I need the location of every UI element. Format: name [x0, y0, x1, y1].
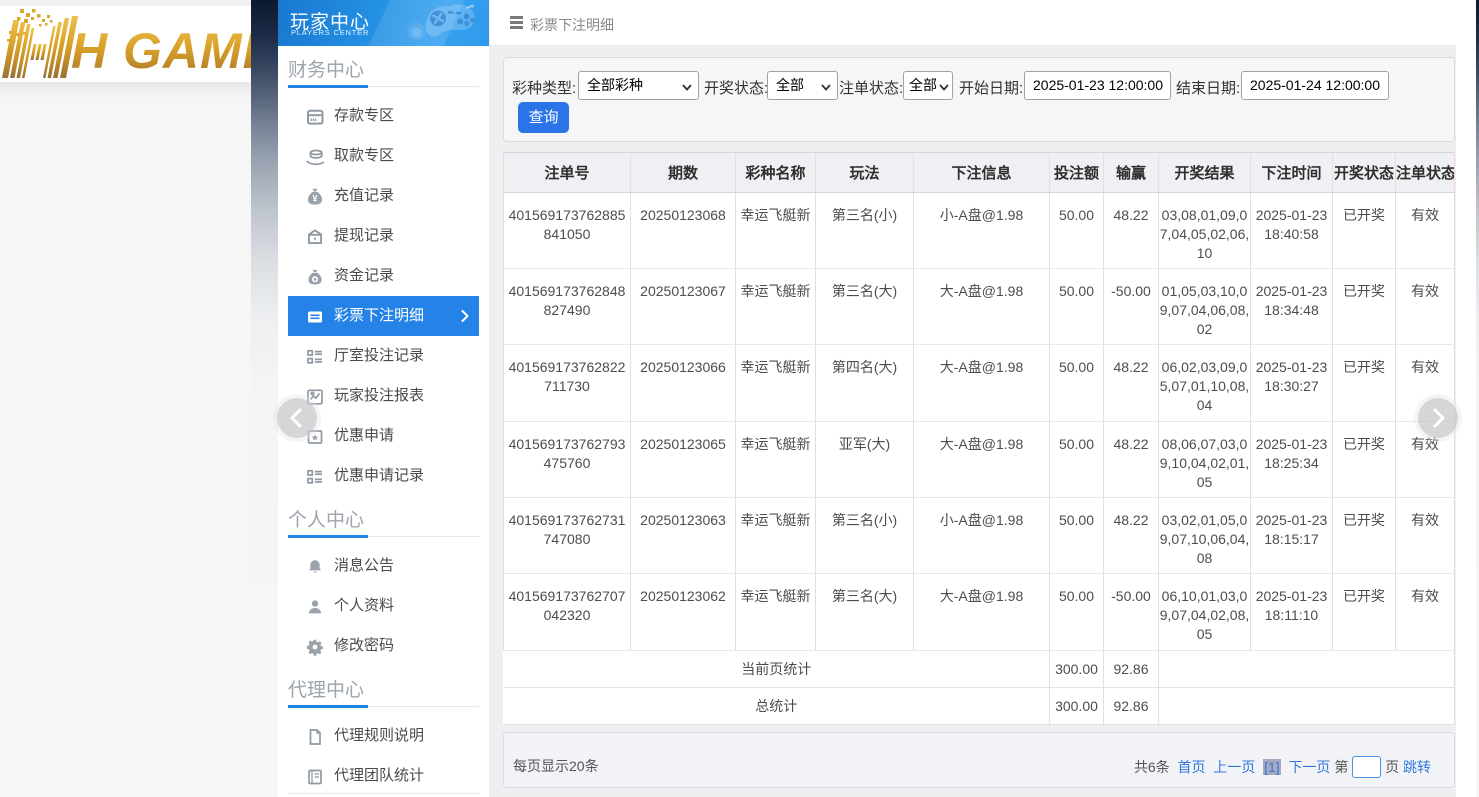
svg-text:H GAME: H GAME: [71, 23, 251, 79]
svg-text:¥: ¥: [313, 194, 318, 204]
